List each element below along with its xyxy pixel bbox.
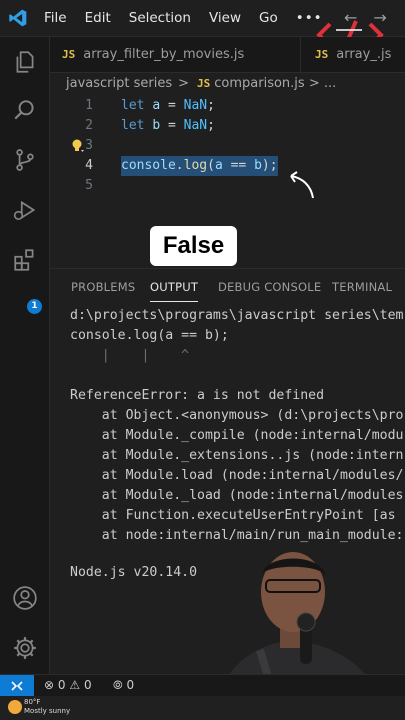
code-line: 3 <box>50 136 405 156</box>
run-debug-icon[interactable] <box>12 197 38 223</box>
breadcrumb-file[interactable]: comparison.js <box>214 76 304 91</box>
line-number: 5 <box>85 178 93 193</box>
keyword-token: let <box>121 98 145 113</box>
source-control-icon[interactable] <box>12 147 38 173</box>
menu-view[interactable]: View <box>209 10 241 26</box>
variable-token: a <box>152 98 161 113</box>
js-file-icon: JS <box>62 48 76 61</box>
output-line: | | ^ <box>70 348 190 363</box>
explorer-icon[interactable] <box>12 49 38 75</box>
remote-icon <box>11 681 23 691</box>
vscode-logo-icon <box>9 9 27 27</box>
code-line: 2 let b = NaN; <box>50 116 405 136</box>
output-line: at Module.load (node:internal/modules/ <box>70 468 404 483</box>
extensions-badge: 1 <box>27 299 42 314</box>
menu-file[interactable]: File <box>44 10 67 26</box>
operator-token: == <box>222 158 255 173</box>
tab-label: array_.js <box>336 47 392 62</box>
ports-count: 0 <box>126 678 135 692</box>
tab-output[interactable]: OUTPUT <box>150 280 199 302</box>
search-icon[interactable] <box>12 97 38 123</box>
operator-token: = <box>160 118 184 133</box>
warning-count: 0 <box>83 678 92 692</box>
object-token: console <box>121 158 176 173</box>
output-line: at Module._load (node:internal/modules <box>70 488 404 503</box>
variable-token: b <box>152 118 161 133</box>
menu-selection[interactable]: Selection <box>129 10 191 26</box>
breadcrumb-chevron-icon: > <box>178 76 190 91</box>
breadcrumb: javascript series > JS comparison.js > ... <box>66 76 336 91</box>
title-bar: File Edit Selection View Go ••• ← → <box>0 0 405 50</box>
broadcast-icon: ⦾ <box>113 678 123 692</box>
paren-token: ( <box>207 158 215 173</box>
output-line: Node.js v20.14.0 <box>70 565 198 580</box>
output-line: d:\projects\programs\javascript series\t… <box>70 308 404 323</box>
line-number: 4 <box>85 158 93 173</box>
status-bar: ⊗ 0 ⚠ 0 ⦾ 0 <box>0 674 405 697</box>
tab-problems[interactable]: PROBLEMS <box>71 280 135 294</box>
pointer-arrow-icon <box>290 171 314 199</box>
dot-token: . <box>175 158 184 173</box>
js-file-icon: JS <box>197 77 211 90</box>
js-file-icon: JS <box>315 48 329 61</box>
function-token: log <box>183 158 208 173</box>
output-line: console.log(a == b); <box>70 328 229 343</box>
account-icon[interactable] <box>12 585 38 611</box>
variable-token: a <box>214 158 223 173</box>
semicolon-token: ; <box>207 98 215 113</box>
breadcrumb-folder[interactable]: javascript series <box>66 76 172 91</box>
menu-edit[interactable]: Edit <box>85 10 111 26</box>
remote-indicator[interactable] <box>0 675 34 697</box>
value-token: NaN <box>183 98 208 113</box>
error-icon: ⊗ <box>44 678 55 692</box>
editor-tabs: JS array_filter_by_movies.js JS array_.j… <box>50 37 405 73</box>
extensions-icon[interactable] <box>12 247 38 273</box>
variable-token: b <box>254 158 262 173</box>
output-line: at Function.executeUserEntryPoint [as <box>70 508 396 523</box>
selected-code: console.log(a == b); <box>121 156 278 176</box>
keyword-token: let <box>121 118 145 133</box>
lightbulb-icon[interactable] <box>70 138 86 154</box>
output-line: ReferenceError: a is not defined <box>70 388 325 403</box>
value-token: NaN <box>183 118 208 133</box>
tab-terminal[interactable]: TERMINAL <box>332 280 392 294</box>
semicolon-token: ; <box>207 118 215 133</box>
tab-debug-console[interactable]: DEBUG CONSOLE <box>218 280 321 294</box>
line-number: 2 <box>85 118 93 133</box>
ports-indicator[interactable]: ⦾ 0 <box>113 678 134 693</box>
breadcrumb-more[interactable]: > ... <box>309 76 336 91</box>
tab-label: array_filter_by_movies.js <box>83 47 245 62</box>
settings-gear-icon[interactable] <box>12 635 38 661</box>
menu-bar: File Edit Selection View Go ••• <box>44 0 341 36</box>
paren-token: ); <box>261 158 278 173</box>
errors-warnings[interactable]: ⊗ 0 ⚠ 0 <box>44 678 92 692</box>
output-line: at Object.<anonymous> (d:\projects\pro <box>70 408 404 423</box>
operator-token: = <box>160 98 184 113</box>
line-number: 1 <box>85 98 93 113</box>
warning-icon: ⚠ <box>69 678 81 692</box>
tab-array-filter-by-movies[interactable]: JS array_filter_by_movies.js <box>62 37 244 72</box>
output-line: at Module._compile (node:internal/modu <box>70 428 404 443</box>
weather-temp: 80°F <box>24 698 41 706</box>
error-count: 0 <box>57 678 66 692</box>
weather-desc: Mostly sunny <box>24 707 71 715</box>
tab-array[interactable]: JS array_.js <box>300 37 391 72</box>
menu-go[interactable]: Go <box>259 10 278 26</box>
sun-icon <box>8 700 22 714</box>
activity-bar: 1 <box>0 37 50 674</box>
weather-widget[interactable]: 80°F Mostly sunny <box>24 698 70 716</box>
result-caption: False <box>150 226 237 266</box>
output-line: at Module._extensions..js (node:intern <box>70 448 404 463</box>
code-line-active: 4 console.log(a == b); <box>50 156 405 176</box>
taskbar: 80°F Mostly sunny <box>0 696 405 720</box>
code-line: 5 <box>50 176 405 196</box>
code-line: 1 let a = NaN; <box>50 96 405 116</box>
